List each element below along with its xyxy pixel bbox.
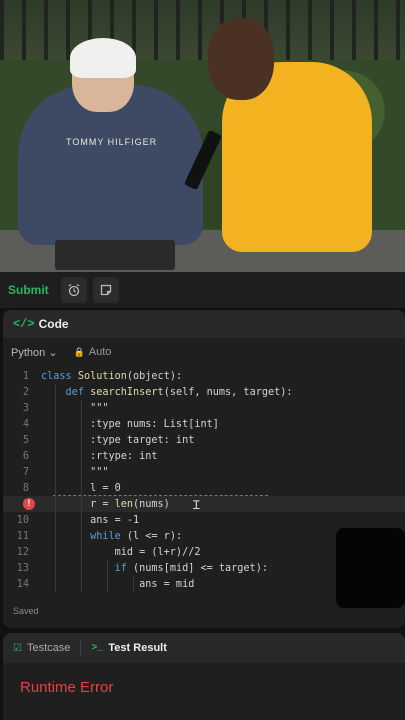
code-line-text: if (nums[mid] <= target):	[114, 562, 268, 574]
error-underline	[53, 494, 268, 496]
code-panel-title: Code	[38, 317, 69, 331]
code-line-text: """	[41, 466, 109, 478]
indent-guide	[55, 384, 56, 592]
code-line: 1 class Solution(object):	[3, 368, 405, 384]
line-number: 4	[22, 418, 29, 430]
code-line-text: r = len(nums)	[41, 498, 170, 510]
code-line-text: :rtype: int	[41, 450, 158, 462]
person-left-cap	[70, 38, 136, 78]
code-line-text: :type nums: List[int]	[41, 418, 219, 430]
line-number: 3	[22, 402, 29, 414]
code-line: 9 r = len(nums)	[3, 496, 405, 512]
line-number: 12	[16, 546, 29, 558]
code-icon: </>	[13, 317, 35, 331]
language-bar: Python ⌄ 🔒 Auto	[3, 340, 405, 364]
code-line: 6 :rtype: int	[3, 448, 405, 464]
line-number: 7	[22, 466, 29, 478]
code-line: 2 def searchInsert(self, nums, target):	[3, 384, 405, 400]
code-line-text: """	[41, 402, 109, 414]
line-number: 11	[16, 530, 29, 542]
line-number: 13	[16, 562, 29, 574]
line-number: 14	[16, 578, 29, 590]
indent-guide	[81, 400, 82, 592]
overlay-box	[336, 528, 405, 608]
tab-test-result[interactable]: >_ Test Result	[91, 642, 167, 654]
code-line-text: ans = mid	[41, 578, 195, 590]
line-number: 6	[22, 450, 29, 462]
auto-label: Auto	[88, 346, 112, 358]
line-number: 8	[22, 482, 29, 494]
language-select[interactable]: Python ⌄	[11, 346, 58, 359]
runtime-error-text: Runtime Error	[20, 679, 114, 696]
tab-test-result-label: Test Result	[108, 642, 167, 654]
code-panel-header: </> Code	[3, 310, 405, 338]
indent-guide	[133, 576, 134, 592]
code-line-text: class Solution(object):	[41, 370, 183, 382]
code-line: 10 ans = -1	[3, 512, 405, 528]
code-line-text: def searchInsert(self, nums, target):	[65, 386, 293, 398]
line-number: 9	[3, 499, 41, 510]
code-line-text: while (l <= r):	[90, 530, 183, 542]
laptop	[55, 240, 175, 270]
line-number: 10	[16, 514, 29, 526]
alarm-icon[interactable]	[60, 277, 87, 303]
indent-guide	[107, 560, 108, 592]
submit-button[interactable]: Submit	[2, 277, 55, 303]
auto-mode[interactable]: 🔒 Auto	[74, 346, 112, 358]
code-line-text: mid = (l+r)//2	[41, 546, 201, 558]
tab-testcase-label: Testcase	[26, 642, 71, 654]
editor-toolbar: Submit	[0, 272, 405, 308]
line-number: 1	[22, 370, 29, 382]
shirt-logo-text: TOMMY HILFIGER	[66, 137, 158, 147]
test-panel: ☑ Testcase >_ Test Result Runtime Error	[3, 633, 405, 720]
person-right-head	[208, 18, 274, 100]
error-breakpoint-icon[interactable]: !	[23, 498, 35, 510]
code-line: 4 :type nums: List[int]	[3, 416, 405, 432]
terminal-icon: >_	[91, 642, 104, 654]
test-tabs: ☑ Testcase >_ Test Result	[3, 633, 405, 663]
chevron-down-icon: ⌄	[48, 346, 58, 359]
text-cursor-icon: Ɪ	[193, 498, 200, 512]
line-number: 2	[22, 386, 29, 398]
save-status: Saved	[13, 606, 39, 616]
video-photo: TOMMY HILFIGER	[0, 0, 405, 272]
checkbox-icon: ☑	[13, 642, 22, 654]
tab-testcase[interactable]: ☑ Testcase	[13, 642, 70, 654]
tab-divider	[80, 641, 82, 655]
code-line: 5 :type target: int	[3, 432, 405, 448]
line-number: 5	[22, 434, 29, 446]
code-line: 3 """	[3, 400, 405, 416]
language-label: Python	[11, 346, 46, 359]
notes-icon[interactable]	[92, 277, 119, 303]
code-line: 7 """	[3, 464, 405, 480]
lock-icon: 🔒	[73, 346, 85, 357]
code-line-text: :type target: int	[41, 434, 195, 446]
